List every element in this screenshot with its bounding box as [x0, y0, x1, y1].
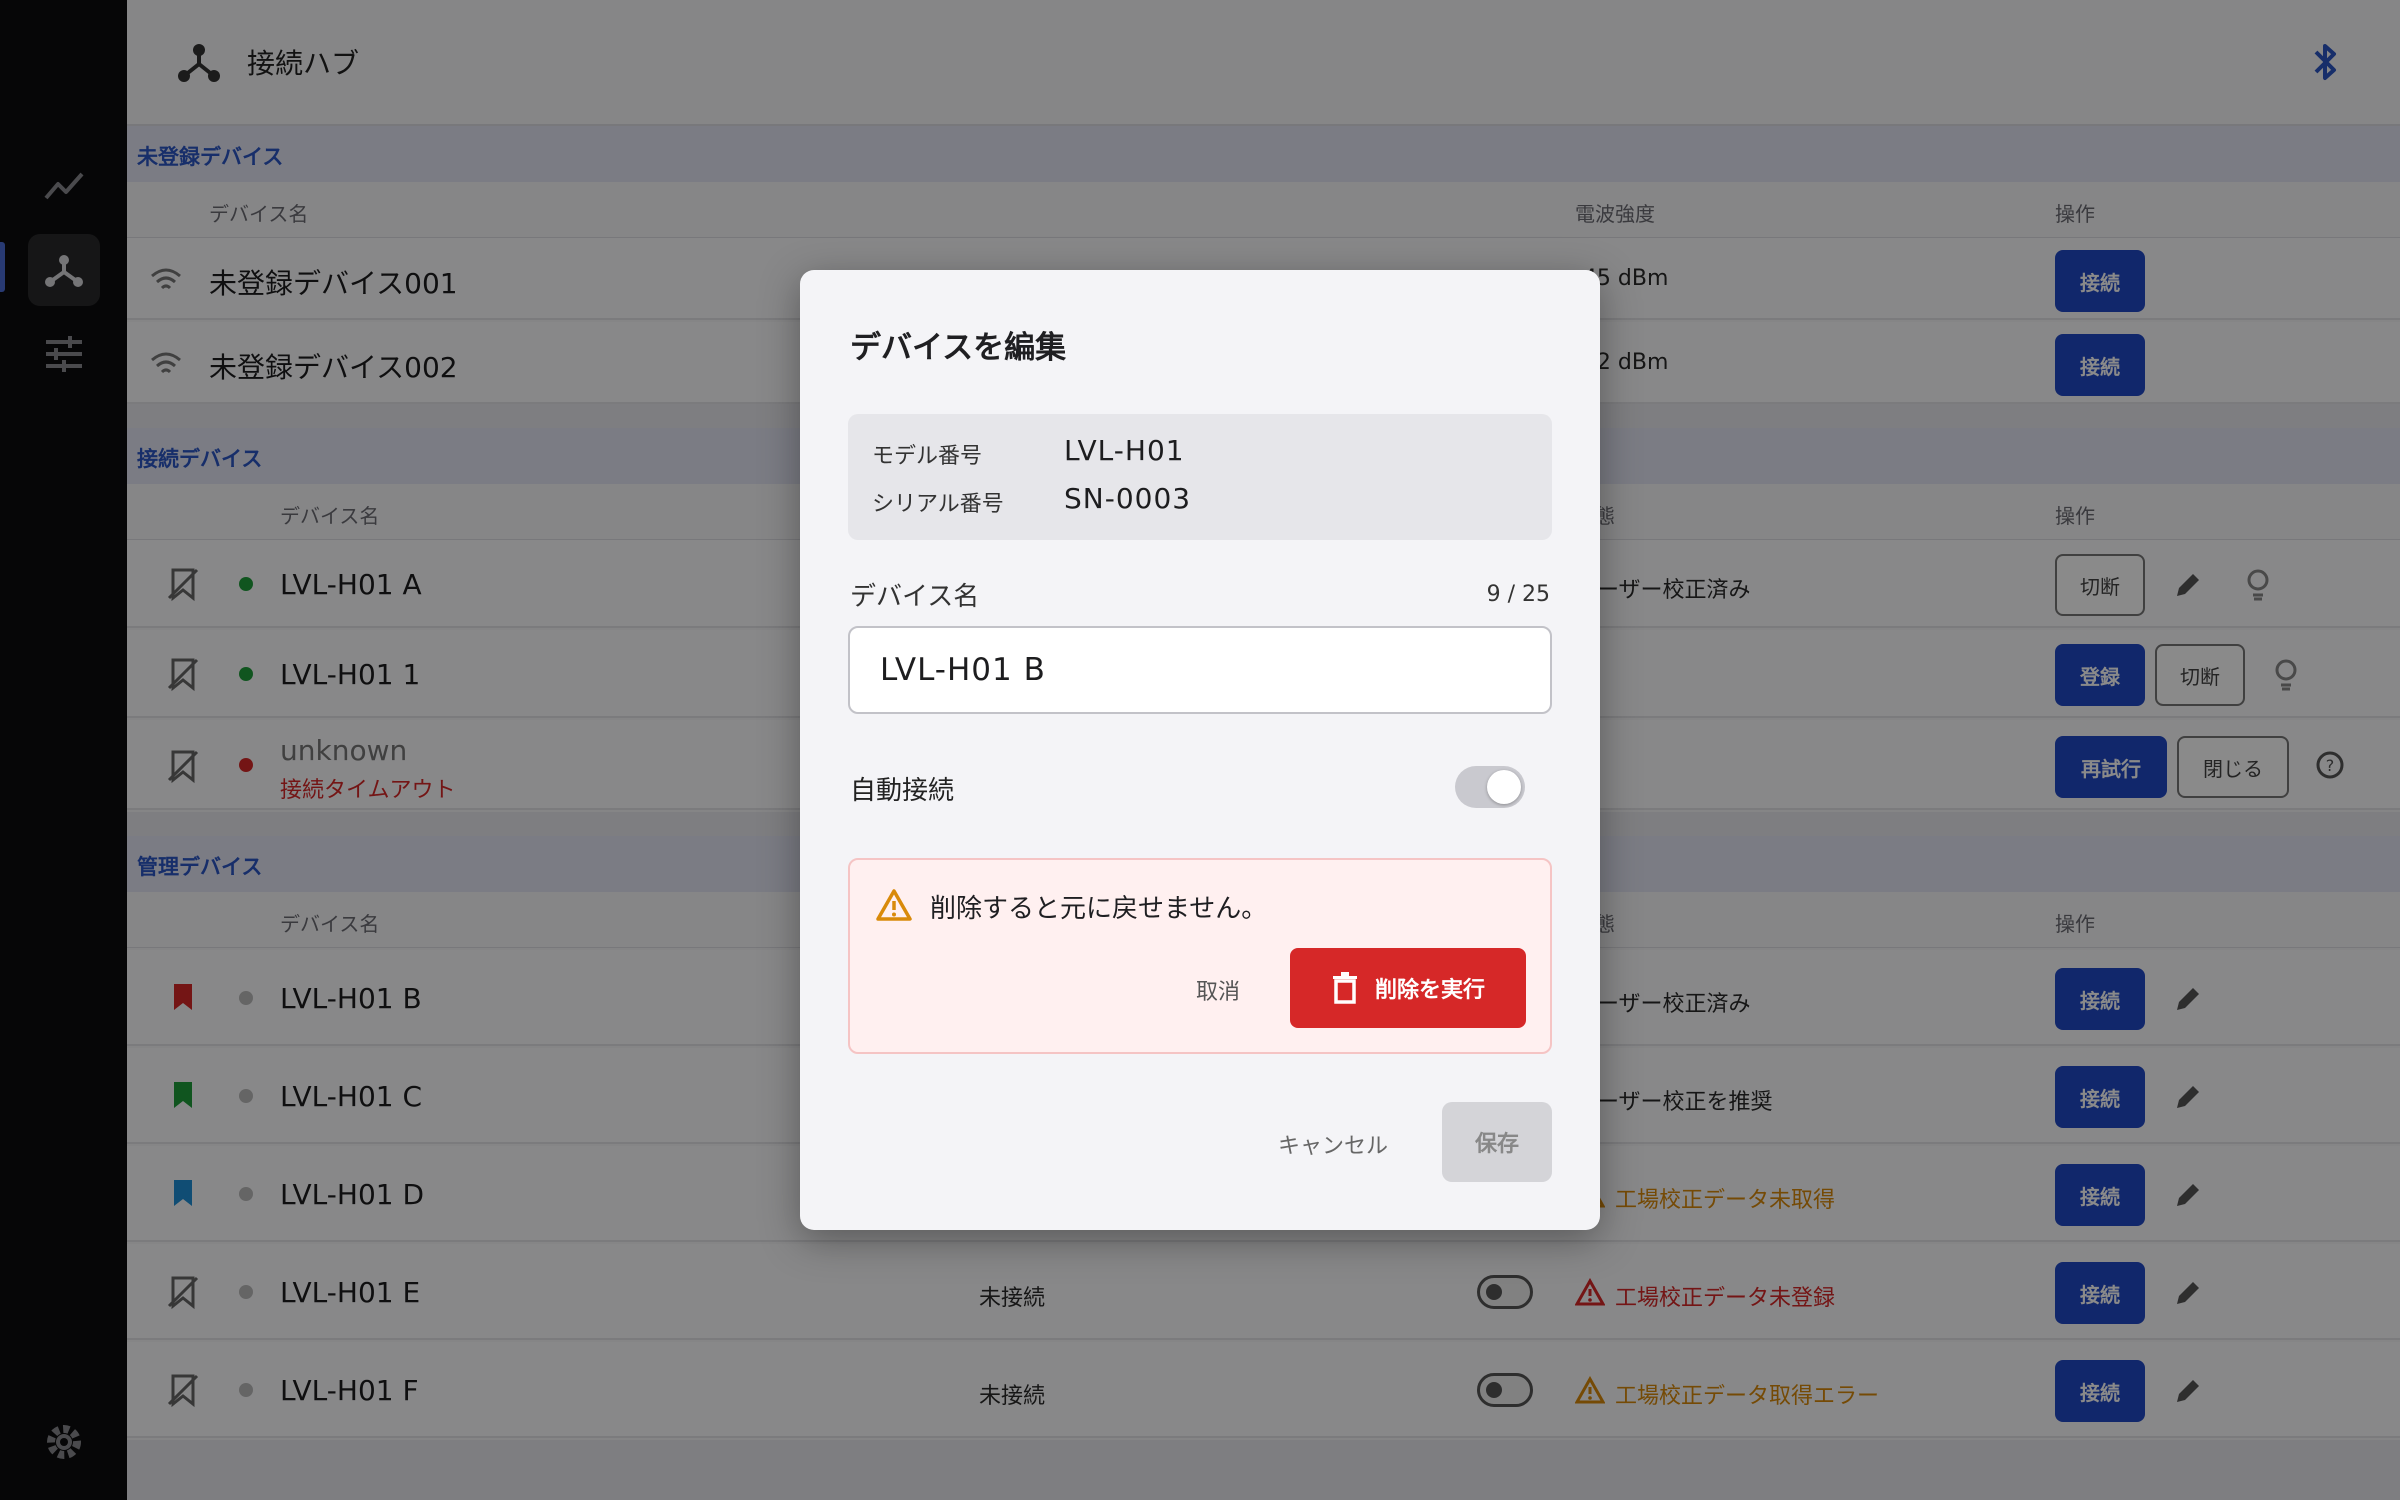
switch-knob: [1487, 770, 1521, 804]
edit-device-dialog: デバイスを編集 モデル番号 LVL-H01 シリアル番号 SN-0003 デバイ…: [800, 270, 1600, 1230]
model-value: LVL-H01: [1064, 434, 1185, 467]
warning-cancel-button[interactable]: 取消: [1196, 974, 1240, 1006]
char-counter: 9 / 25: [1486, 582, 1550, 607]
warning-icon: [876, 889, 912, 921]
auto-connect-label: 自動接続: [850, 776, 955, 806]
dialog-title: デバイスを編集: [850, 330, 1067, 366]
delete-label: 削除を実行: [1374, 978, 1485, 1003]
warning-text: 削除すると元に戻せません。: [930, 894, 1268, 924]
device-info-box: モデル番号 LVL-H01 シリアル番号 SN-0003: [848, 414, 1552, 540]
device-name-label: デバイス名: [850, 582, 980, 612]
delete-warning-box: 削除すると元に戻せません。 取消 削除を実行: [848, 858, 1552, 1054]
cancel-button[interactable]: キャンセル: [1278, 1128, 1388, 1160]
confirm-delete-button[interactable]: 削除を実行: [1290, 948, 1526, 1028]
trash-icon: [1332, 972, 1357, 1004]
save-button[interactable]: 保存: [1442, 1102, 1552, 1182]
device-name-input[interactable]: [848, 626, 1552, 714]
model-label: モデル番号: [872, 444, 983, 469]
auto-connect-switch[interactable]: [1455, 766, 1525, 808]
serial-label: シリアル番号: [872, 492, 1004, 517]
serial-value: SN-0003: [1064, 482, 1192, 515]
